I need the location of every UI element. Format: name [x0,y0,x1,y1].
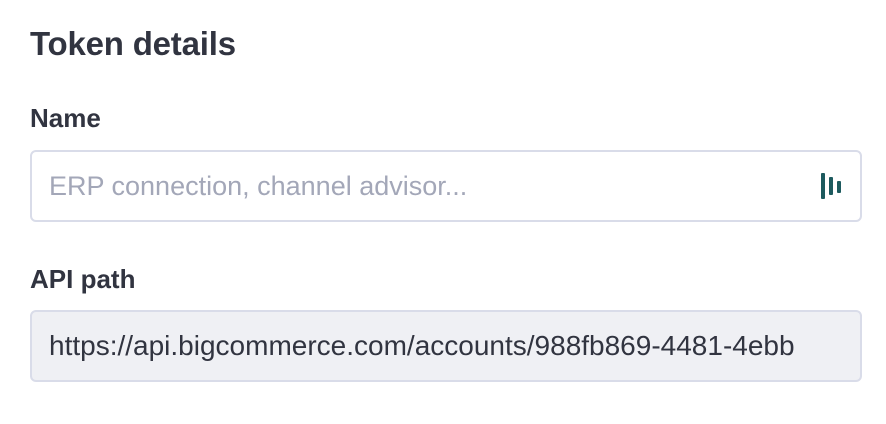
name-field[interactable] [30,150,862,222]
api-path-field[interactable]: https://api.bigcommerce.com/accounts/988… [30,310,862,382]
api-path-value[interactable]: https://api.bigcommerce.com/accounts/988… [32,312,795,380]
section-title: Token details [30,25,236,62]
password-manager-icon-glyph [821,173,841,199]
password-manager-icon[interactable] [812,166,852,206]
api-path-label: API path [30,264,136,294]
name-input[interactable] [32,152,812,220]
name-label: Name [30,103,101,133]
